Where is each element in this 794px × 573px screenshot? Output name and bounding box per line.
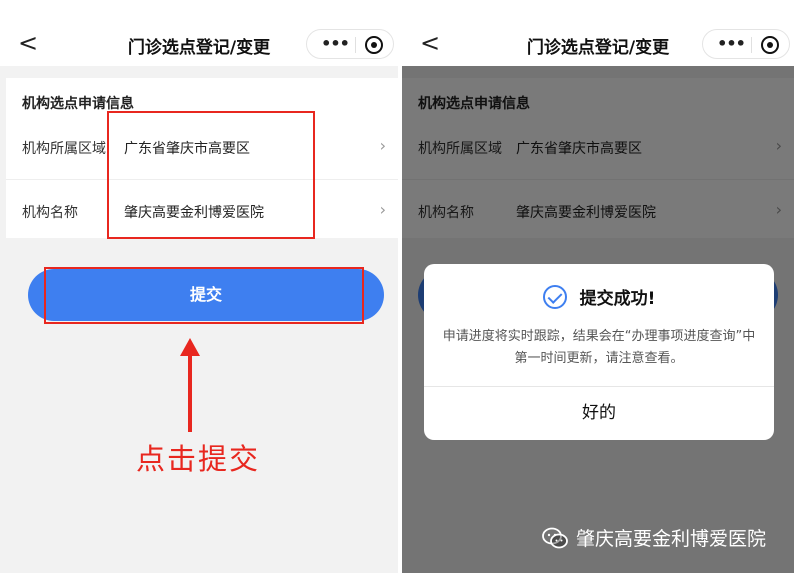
close-target-icon[interactable] [761,36,779,54]
chevron-right-icon: › [379,200,386,219]
mini-program-capsule: ••• [702,29,790,59]
more-icon[interactable]: ••• [713,33,749,55]
capsule-divider [355,37,356,53]
check-circle-icon [542,284,567,309]
section-title: 机构选点申请信息 [22,96,134,112]
mini-program-capsule: ••• [306,29,394,59]
dialog-title: 提交成功! [579,289,656,309]
institution-label: 机构名称 [22,205,78,221]
wechat-icon [542,527,568,549]
region-label: 机构所属区域 [22,141,106,157]
annotation-box-fields [107,111,315,239]
more-icon[interactable]: ••• [317,33,353,55]
watermark-text: 肇庆高要金利博爱医院 [576,528,767,550]
right-screen: •••• < 门诊选点登记/变更 ••• 机构选点申请信息 机构所属区域 广东省… [402,0,794,573]
dialog-header: 提交成功! [424,284,774,312]
annotation-arrow-icon [180,338,200,432]
capsule-divider [751,37,752,53]
nav-bar: < 门诊选点登记/变更 ••• [0,0,398,66]
nav-bar: < 门诊选点登记/变更 ••• [402,0,794,66]
close-target-icon[interactable] [365,36,383,54]
success-dialog: 提交成功! 申请进度将实时跟踪，结果会在“办理事项进度查询”中第一时间更新，请注… [424,264,774,440]
annotation-hint: 点击提交 [136,442,261,476]
chevron-right-icon: › [379,136,386,155]
ok-button[interactable]: 好的 [424,387,774,440]
left-screen: < 门诊选点登记/变更 ••• 机构选点申请信息 机构所属区域 广东省肇庆市高要… [0,0,398,573]
annotation-box-submit [44,267,364,324]
dialog-message: 申请进度将实时跟踪，结果会在“办理事项进度查询”中第一时间更新，请注意查看。 [442,329,756,366]
